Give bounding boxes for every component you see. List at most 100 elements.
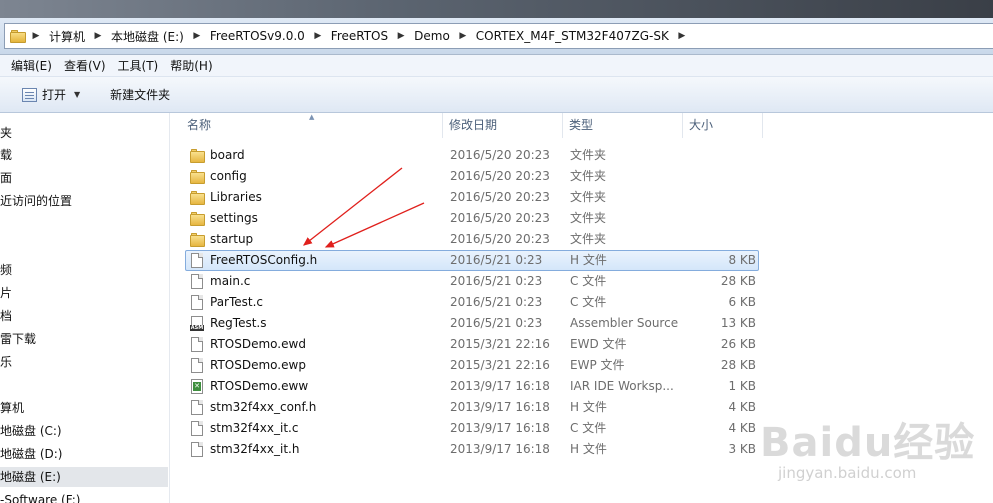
file-row[interactable]: RTOSDemo.ewd 2015/3/21 22:16 EWD 文件 26 K… bbox=[185, 334, 759, 355]
nav-item-computer[interactable]: 算机 bbox=[0, 398, 24, 418]
nav-item-pictures[interactable]: 片 bbox=[0, 283, 12, 303]
chevron-down-icon[interactable]: ▼ bbox=[74, 90, 80, 99]
file-row[interactable]: ParTest.c 2016/5/21 0:23 C 文件 6 KB bbox=[185, 292, 759, 313]
file-date: 2013/9/17 16:18 bbox=[450, 421, 550, 435]
menu-tools[interactable]: 工具(T) bbox=[112, 57, 165, 74]
file-type: 文件夹 bbox=[570, 169, 607, 183]
menu-bar: 编辑(E) 查看(V) 工具(T) 帮助(H) bbox=[0, 55, 993, 77]
file-date: 2016/5/20 20:23 bbox=[450, 169, 550, 183]
file-size: 13 KB bbox=[720, 316, 756, 330]
file-name: RTOSDemo.ewp bbox=[210, 358, 306, 372]
open-button-label: 打开 bbox=[42, 88, 67, 102]
file-row[interactable]: Libraries 2016/5/20 20:23 文件夹 bbox=[185, 187, 759, 208]
folder-icon bbox=[190, 169, 205, 185]
file-name: board bbox=[210, 148, 245, 162]
file-icon bbox=[190, 442, 204, 458]
file-row[interactable]: ✕ RTOSDemo.eww 2013/9/17 16:18 IAR IDE W… bbox=[185, 376, 759, 397]
file-row[interactable]: startup 2016/5/20 20:23 文件夹 bbox=[185, 229, 759, 250]
nav-item-desktop[interactable]: 面 bbox=[0, 168, 12, 188]
file-type: H 文件 bbox=[570, 253, 607, 267]
breadcrumb-separator-icon[interactable]: ▶ bbox=[88, 31, 108, 41]
breadcrumb-separator-icon[interactable]: ▶ bbox=[26, 31, 46, 41]
file-date: 2013/9/17 16:18 bbox=[450, 442, 550, 456]
file-row[interactable]: stm32f4xx_it.h 2013/9/17 16:18 H 文件 3 KB bbox=[185, 439, 759, 460]
breadcrumb-separator-icon[interactable]: ▶ bbox=[453, 31, 473, 41]
file-type: 文件夹 bbox=[570, 190, 607, 204]
nav-item-music[interactable]: 乐 bbox=[0, 352, 12, 372]
folder-icon bbox=[190, 232, 205, 248]
file-row[interactable]: config 2016/5/20 20:23 文件夹 bbox=[185, 166, 759, 187]
file-row[interactable]: RTOSDemo.ewp 2015/3/21 22:16 EWP 文件 28 K… bbox=[185, 355, 759, 376]
breadcrumb-separator-icon[interactable]: ▶ bbox=[391, 31, 411, 41]
nav-item-thunder-downloads[interactable]: 雷下载 bbox=[0, 329, 36, 349]
menu-view[interactable]: 查看(V) bbox=[58, 57, 112, 74]
navigation-pane: 夹 载 面 近访问的位置 频 片 档 雷下载 乐 算机 地磁盘 (C:) 地磁盘… bbox=[0, 113, 170, 503]
file-date: 2016/5/21 0:23 bbox=[450, 274, 543, 288]
file-date: 2013/9/17 16:18 bbox=[450, 379, 550, 393]
column-header-type[interactable]: 类型 bbox=[563, 113, 683, 138]
breadcrumb-item-freertos[interactable]: FreeRTOS bbox=[328, 29, 391, 43]
nav-item-documents[interactable]: 档 bbox=[0, 306, 12, 326]
menu-edit[interactable]: 编辑(E) bbox=[5, 57, 58, 74]
file-date: 2013/9/17 16:18 bbox=[450, 400, 550, 414]
folder-icon bbox=[190, 190, 205, 206]
file-row[interactable]: settings 2016/5/20 20:23 文件夹 bbox=[185, 208, 759, 229]
file-name: startup bbox=[210, 232, 254, 246]
file-icon bbox=[190, 358, 204, 374]
file-row[interactable]: ASM RegTest.s 2016/5/21 0:23 Assembler S… bbox=[185, 313, 759, 334]
file-type: H 文件 bbox=[570, 400, 607, 414]
file-name: RTOSDemo.eww bbox=[210, 379, 309, 393]
file-date: 2016/5/21 0:23 bbox=[450, 253, 543, 267]
file-type: H 文件 bbox=[570, 442, 607, 456]
file-row[interactable]: stm32f4xx_it.c 2013/9/17 16:18 C 文件 4 KB bbox=[185, 418, 759, 439]
folder-icon bbox=[190, 148, 205, 164]
file-size: 8 KB bbox=[728, 253, 756, 267]
nav-item-downloads[interactable]: 载 bbox=[0, 145, 12, 165]
open-button[interactable]: 打开 ▼ bbox=[22, 86, 80, 103]
column-header-size[interactable]: 大小 bbox=[683, 113, 763, 138]
file-date: 2016/5/20 20:23 bbox=[450, 232, 550, 246]
file-row[interactable]: board 2016/5/20 20:23 文件夹 bbox=[185, 145, 759, 166]
folder-icon bbox=[190, 211, 205, 227]
file-type: C 文件 bbox=[570, 295, 607, 309]
file-size: 4 KB bbox=[728, 421, 756, 435]
address-bar: ▶ 计算机 ▶ 本地磁盘 (E:) ▶ FreeRTOSv9.0.0 ▶ Fre… bbox=[0, 18, 993, 55]
nav-item-drive-c[interactable]: 地磁盘 (C:) bbox=[0, 421, 62, 441]
file-row[interactable]: stm32f4xx_conf.h 2013/9/17 16:18 H 文件 4 … bbox=[185, 397, 759, 418]
file-icon bbox=[190, 400, 204, 416]
breadcrumb-item-demo[interactable]: Demo bbox=[411, 29, 453, 43]
file-size: 3 KB bbox=[728, 442, 756, 456]
watermark-logo: Baidu经验 bbox=[760, 420, 976, 466]
file-date: 2016/5/21 0:23 bbox=[450, 316, 543, 330]
column-header-name[interactable]: 名称 bbox=[181, 113, 443, 138]
nav-item-favorites[interactable]: 夹 bbox=[0, 123, 12, 143]
file-icon bbox=[190, 421, 204, 437]
breadcrumb[interactable]: ▶ 计算机 ▶ 本地磁盘 (E:) ▶ FreeRTOSv9.0.0 ▶ Fre… bbox=[4, 23, 993, 49]
menu-help[interactable]: 帮助(H) bbox=[164, 57, 218, 74]
breadcrumb-separator-icon[interactable]: ▶ bbox=[308, 31, 328, 41]
file-size: 4 KB bbox=[728, 400, 756, 414]
folder-icon bbox=[10, 29, 26, 43]
breadcrumb-item-computer[interactable]: 计算机 bbox=[46, 28, 88, 45]
column-header-date[interactable]: 修改日期 bbox=[443, 113, 563, 138]
file-row-selected[interactable]: FreeRTOSConfig.h 2016/5/21 0:23 H 文件 8 K… bbox=[185, 250, 759, 271]
breadcrumb-separator-icon[interactable]: ▶ bbox=[672, 31, 692, 41]
file-date: 2016/5/20 20:23 bbox=[450, 148, 550, 162]
file-type: Assembler Source bbox=[570, 316, 679, 330]
file-row[interactable]: main.c 2016/5/21 0:23 C 文件 28 KB bbox=[185, 271, 759, 292]
new-folder-button[interactable]: 新建文件夹 bbox=[110, 86, 170, 103]
nav-item-drive-e[interactable]: 地磁盘 (E:) bbox=[0, 467, 168, 487]
breadcrumb-separator-icon[interactable]: ▶ bbox=[187, 31, 207, 41]
nav-item-drive-f[interactable]: -Software (F:) bbox=[0, 490, 80, 503]
breadcrumb-item-cortex-m4f[interactable]: CORTEX_M4F_STM32F407ZG-SK bbox=[473, 29, 672, 43]
breadcrumb-item-freertosv9[interactable]: FreeRTOSv9.0.0 bbox=[207, 29, 308, 43]
file-name: settings bbox=[210, 211, 258, 225]
nav-item-videos[interactable]: 频 bbox=[0, 260, 12, 280]
nav-item-drive-d[interactable]: 地磁盘 (D:) bbox=[0, 444, 62, 464]
file-date: 2015/3/21 22:16 bbox=[450, 358, 550, 372]
nav-item-recent-places[interactable]: 近访问的位置 bbox=[0, 191, 72, 211]
breadcrumb-item-drive-e[interactable]: 本地磁盘 (E:) bbox=[108, 28, 187, 45]
file-size: 1 KB bbox=[728, 379, 756, 393]
file-date: 2015/3/21 22:16 bbox=[450, 337, 550, 351]
file-icon bbox=[190, 253, 204, 269]
